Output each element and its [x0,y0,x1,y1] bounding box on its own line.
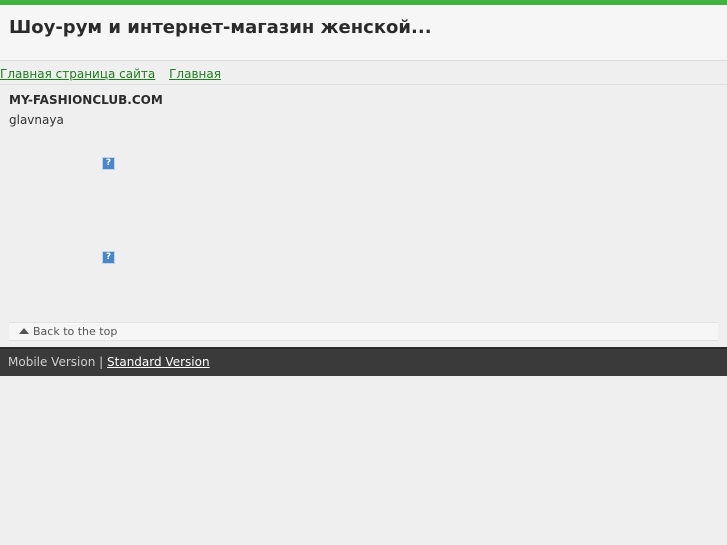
standard-version-link[interactable]: Standard Version [107,355,210,369]
footer: Mobile Version | Standard Version [0,347,727,376]
arrow-up-icon [19,328,29,334]
footer-separator: | [99,355,104,369]
page-subtitle: glavnaya [9,113,64,127]
broken-image-icon: ? [102,251,115,264]
back-to-top-label: Back to the top [33,325,118,338]
main-content: MY-FASHIONCLUB.COM glavnaya [0,85,727,127]
back-to-top-button[interactable]: Back to the top [9,322,718,341]
mobile-version-label: Mobile Version [8,355,96,369]
header: Шоу-рум и интернет-магазин женской... [0,5,727,61]
breadcrumb-link-home-page[interactable]: Главная страница сайта [0,67,155,81]
broken-image-icon: ? [102,157,115,170]
page-title: Шоу-рум и интернет-магазин женской... [9,17,432,38]
breadcrumb: Главная страница сайта Главная [0,61,727,85]
breadcrumb-link-home[interactable]: Главная [169,67,221,81]
page: Шоу-рум и интернет-магазин женской... Гл… [0,0,727,545]
site-name: MY-FASHIONCLUB.COM [9,93,163,107]
